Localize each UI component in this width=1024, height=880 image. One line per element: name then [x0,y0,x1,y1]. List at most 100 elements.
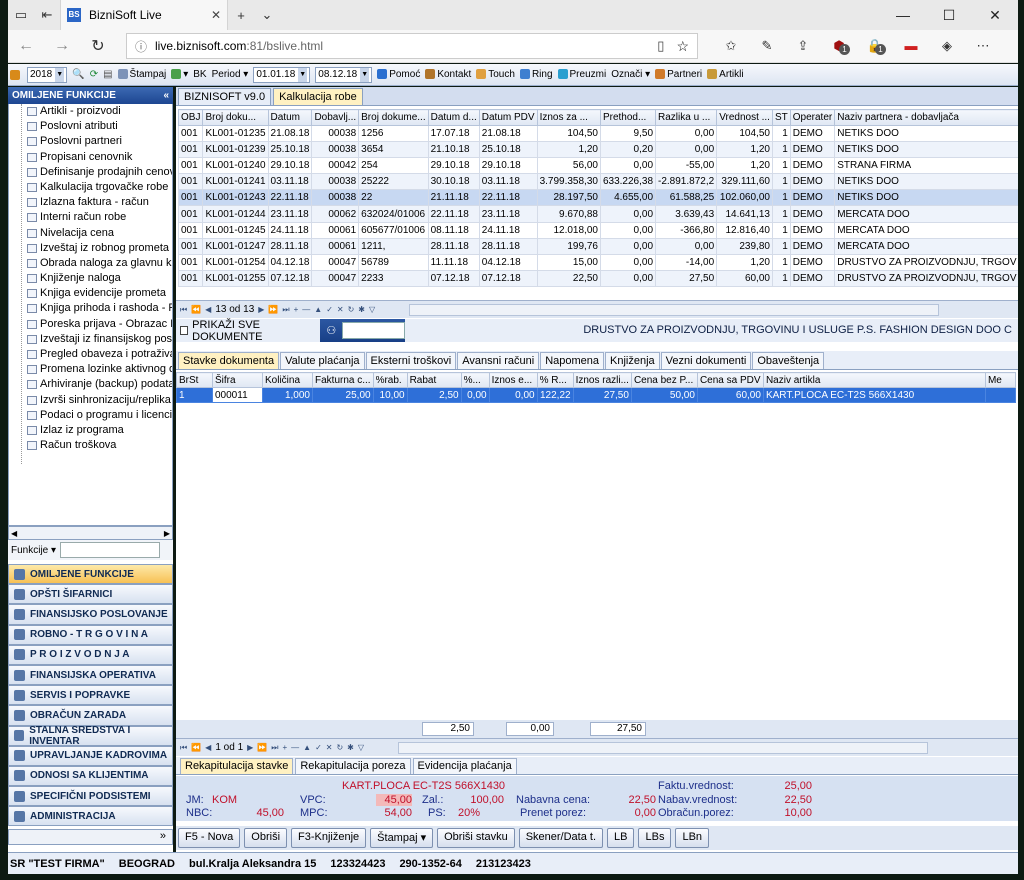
detail-tab[interactable]: Vezni dokumenti [660,352,752,369]
more-icon[interactable]: ⋯ [966,38,1000,54]
tree-item[interactable]: Pregled obaveza i potraživa [27,347,172,362]
filter-icon[interactable]: ▽ [369,305,375,314]
column-header[interactable]: Vrednost ... [716,109,773,126]
tree-item[interactable]: Propisani cenovnik [27,150,172,165]
tree-item[interactable]: Arhiviranje (backup) podata [27,377,172,392]
prev-record-icon[interactable]: ◀ [205,305,211,314]
tree-item[interactable]: Nivelacija cena [27,226,172,241]
column-header[interactable]: Me [984,372,1016,388]
last-record-icon[interactable]: ⏭ [282,305,289,315]
lbs-button[interactable]: LBs [638,828,672,848]
tree-item[interactable]: Definisanje prodajnih cenov [27,165,172,180]
last-record-icon[interactable]: ⏭ [271,743,278,753]
tab-biznisoft[interactable]: BIZNISOFT v9.0 [178,88,272,105]
table-row[interactable]: 001 KL001-01240 29.10.18 00042 254 29.10.18 29… [178,157,1018,175]
recap-tab[interactable]: Rekapitulacija poreza [295,758,411,774]
detail-tab[interactable]: Knjiženja [605,352,660,369]
table-row[interactable]: 001 KL001-01235 21.08.18 00038 1256 17.07.18 2… [178,124,1018,143]
first-record-icon[interactable]: ⏮ [180,743,187,753]
browser-tab[interactable]: BS BizniSoft Live ✕ [60,0,228,30]
table-row[interactable]: 001 KL001-01244 23.11.18 00062 632024/01006 2… [178,205,1018,223]
maximize-icon[interactable]: ☐ [926,7,972,24]
accordion-item[interactable]: SPECIFIČNI PODSISTEMI [8,786,173,807]
kontakt-button[interactable]: Kontakt [425,69,471,80]
recap-tab[interactable]: Rekapitulacija stavke [180,758,294,774]
table-row[interactable]: 001 KL001-01247 28.11.18 00061 1211, 28.11.18… [178,237,1018,255]
accordion-item[interactable]: OPŠTI ŠIFARNICI [8,584,173,605]
column-header[interactable]: OBJ [178,109,204,126]
prev-record-icon[interactable]: ◀ [205,743,211,752]
column-header[interactable]: Razlika u ... [655,109,718,126]
prikazi-checkbox[interactable]: PRIKAŽI SVE DOKUMENTE [176,319,321,343]
tree-item[interactable]: Promena lozinke aktivnog o [27,362,172,377]
extension-ublock-icon[interactable]: ⬢1 [822,38,856,55]
accordion-item[interactable]: OBRAČUN ZARADA [8,705,173,726]
ring-button[interactable]: Ring [519,69,553,80]
items-horizontal-scrollbar[interactable] [398,741,929,754]
tree-item[interactable]: Poslovni atributi [27,119,172,134]
forward-arrow-icon[interactable]: → [44,37,80,55]
tree-item[interactable]: Obrada naloga za glavnu kn [27,256,172,271]
scroll-right-icon[interactable]: ▶ [164,529,170,538]
tree-item[interactable]: Poslovni partneri [27,134,172,149]
cancel-icon[interactable]: ✕ [337,305,344,314]
accordion-item[interactable]: FINANSIJSKA OPERATIVA [8,664,173,686]
funkcije-dropdown[interactable]: Funkcije ▾ [11,545,56,556]
column-header[interactable]: Dobavlj... [311,109,360,126]
tree-item[interactable]: Izvrši sinhronizaciju/replika [27,393,172,408]
next-page-icon[interactable]: ⏩ [257,743,267,752]
prev-page-icon[interactable]: ⏪ [191,743,201,752]
favorite-star-icon[interactable]: ☆ [676,38,689,55]
add-icon[interactable]: + [282,743,287,752]
print-button[interactable]: Štampaj ▾ [370,828,434,848]
share-icon[interactable]: ⇪ [786,38,820,54]
accordion-item[interactable]: OMILJENE FUNKCIJE [8,564,173,585]
tab-list-chevron-icon[interactable]: ⌄ [254,7,280,23]
close-window-icon[interactable]: ✕ [972,7,1018,24]
tree-item[interactable]: Knjiga evidencije prometa [27,286,172,301]
tree-item[interactable]: Podaci o programu i licenci [27,408,172,423]
tree-item[interactable]: Artikli - proizvodi [27,104,172,119]
tree-item[interactable]: Interni račun robe [27,210,172,225]
search-icon[interactable]: 🔍 [72,69,84,80]
refresh-grid-icon[interactable]: ↻ [348,305,355,314]
column-header[interactable]: %... [460,372,490,388]
grid-horizontal-scrollbar[interactable] [409,303,940,316]
reading-view-icon[interactable]: ▯ [657,38,664,54]
scroll-left-icon[interactable]: ◀ [11,529,17,538]
column-header[interactable]: % R... [536,372,574,388]
column-header[interactable]: Datum [267,109,313,126]
tree-item[interactable]: Kalkulacija trgovačke robe [27,180,172,195]
accordion-item[interactable]: STALNA SREDSTVA I INVENTAR [8,725,173,747]
column-header[interactable]: Rabat [406,372,462,388]
checkbox-box[interactable] [180,326,189,335]
back-arrow-icon[interactable]: ← [8,37,44,55]
tab-kalkulacija-robe[interactable]: Kalkulacija robe [273,88,363,105]
column-header[interactable]: ST [771,109,791,126]
tree-item[interactable]: Izveštaji iz finansijskog pos [27,332,172,347]
new-tab-icon[interactable]: + [228,8,254,23]
binoculars-icon[interactable]: ⚇ [326,324,336,337]
column-header[interactable]: Iznos e... [488,372,538,388]
table-row[interactable]: 001 KL001-01245 24.11.18 00061 605677/01006 0… [178,221,1018,239]
confirm-icon[interactable]: ✓ [315,743,322,752]
next-record-icon[interactable]: ▶ [247,743,253,752]
detail-tab[interactable]: Valute plaćanja [280,352,365,369]
collapse-icon[interactable]: « [163,90,169,101]
accordion-item[interactable]: P R O I Z V O D N J A [8,644,173,665]
lbn-button[interactable]: LBn [675,828,710,848]
refresh-app-icon[interactable]: ⟳ [90,69,98,80]
tree-item[interactable]: Knjiženje naloga [27,271,172,286]
column-header[interactable]: Datum PDV [478,109,538,126]
info-icon[interactable]: ⓘ [135,38,147,55]
cancel-icon[interactable]: ✕ [326,743,333,752]
date-from-select[interactable]: 01.01.18 ▼ [253,66,311,83]
detail-tab[interactable]: Stavke dokumenta [178,352,280,369]
next-record-icon[interactable]: ▶ [258,305,264,314]
column-header[interactable]: BrSt [176,372,213,388]
table-row[interactable]: 001 KL001-01255 07.12.18 00047 2233 07.12.18 0… [178,269,1018,287]
oznaci-button[interactable]: Označi ▾ [611,69,650,80]
url-input[interactable]: ⓘ live.biznisoft.com :81/bslive.html ▯ ☆ [126,33,698,59]
column-header[interactable]: %rab. [372,372,408,388]
accordion-item[interactable]: ROBNO - T R G O V I N A [8,624,173,645]
